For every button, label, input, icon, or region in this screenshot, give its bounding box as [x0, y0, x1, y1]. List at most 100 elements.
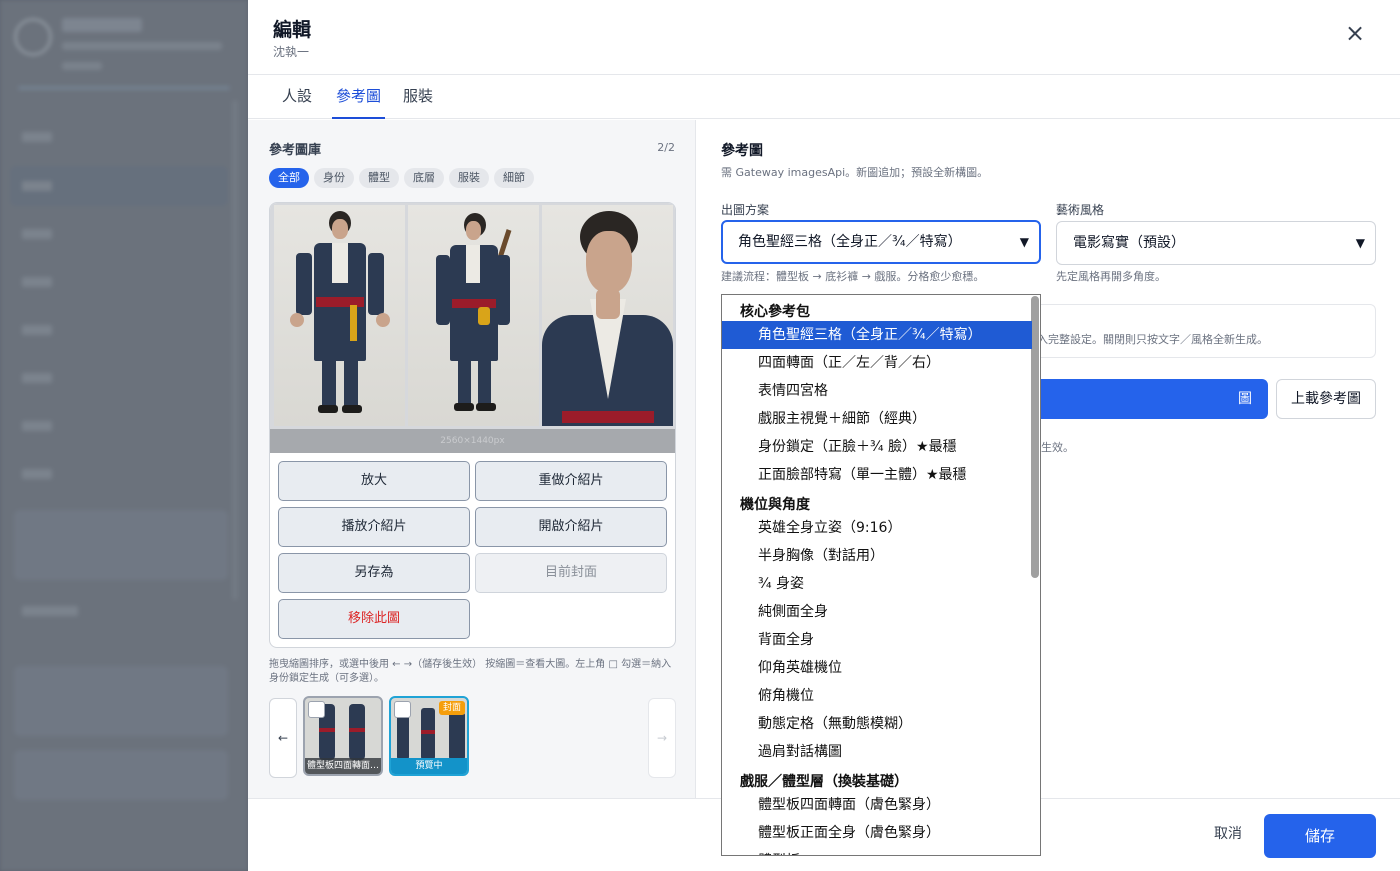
- background-nav-item: [22, 421, 52, 431]
- dropdown-option[interactable]: 半身胸像（對話用）: [722, 542, 1032, 570]
- redo-intro-button[interactable]: 重做介紹片: [475, 461, 667, 501]
- background-divider: [18, 86, 230, 90]
- chip-detail[interactable]: 細節: [494, 168, 534, 188]
- reference-description: 需 Gateway imagesApi。新圖追加；預設全新構圖。: [721, 166, 989, 179]
- background-nav-item: [22, 181, 52, 191]
- play-intro-button[interactable]: 播放介紹片: [278, 507, 470, 547]
- background-nav-item: [22, 606, 78, 616]
- chevron-down-icon: ▼: [1019, 235, 1029, 249]
- background-nav-item: [22, 325, 52, 335]
- open-intro-button[interactable]: 開啟介紹片: [475, 507, 667, 547]
- thumbnail-item[interactable]: 封面 預覽中: [389, 696, 469, 776]
- character-closeup-panel: [542, 205, 673, 426]
- chevron-down-icon: ▼: [1355, 236, 1365, 250]
- background-logo: [14, 18, 52, 56]
- background-app: [0, 0, 248, 871]
- thumbnail-item[interactable]: 體型板四面轉面…: [303, 696, 383, 776]
- dropdown-option[interactable]: 體型板正面全身（膚色緊身）: [722, 819, 1032, 847]
- current-cover-button: 目前封面: [475, 553, 667, 593]
- modal-header: 編輯 沈執一 ×: [248, 0, 1400, 75]
- gallery-pane: 參考圖庫 2/2 全部 身份 體型 底層 服裝 細節 2560×1440px 放…: [248, 120, 696, 798]
- dropdown-option[interactable]: ¾ 身姿: [722, 570, 1032, 598]
- tab-bar: 人設 參考圖 服裝: [248, 75, 1400, 119]
- dropdown-option[interactable]: 背面全身: [722, 626, 1032, 654]
- dropdown-option[interactable]: 角色聖經三格（全身正／¾／特寫）: [722, 321, 1032, 349]
- tab-reference[interactable]: 參考圖: [332, 75, 386, 119]
- character-front-panel: [274, 205, 405, 426]
- dropdown-option[interactable]: 體型板…: [722, 847, 1032, 855]
- filter-chips: 全部 身份 體型 底層 服裝 細節: [269, 168, 534, 188]
- thumbnail-strip: ← 體型板四面轉面… 封面 預覽中 →: [269, 696, 676, 778]
- dropdown-group-label: 戲服／體型層（換裝基礎）: [740, 774, 908, 790]
- save-button[interactable]: 儲存: [1264, 814, 1376, 858]
- resolution-label: 2560×1440px: [270, 429, 675, 453]
- preview-image[interactable]: 2560×1440px: [270, 203, 675, 453]
- dropdown-scrollbar[interactable]: [1031, 296, 1039, 578]
- style-label: 藝術風格: [1056, 203, 1105, 217]
- next-arrow-icon: →: [648, 698, 676, 778]
- gallery-hint: 拖曳縮圖排序，或選中後用 ← →（儲存後生效） 按縮圖＝查看大圖。左上角 □ 勾…: [269, 659, 672, 684]
- chip-body[interactable]: 體型: [359, 168, 399, 188]
- thumbnail-checkbox[interactable]: [394, 701, 411, 718]
- background-scrollbar: [232, 100, 238, 600]
- chip-all[interactable]: 全部: [269, 168, 309, 188]
- dropdown-option[interactable]: 正面臉部特寫（單一主體）★最穩: [722, 461, 1032, 489]
- upload-reference-button[interactable]: 上載參考圖: [1276, 379, 1376, 419]
- dropdown-option[interactable]: 純側面全身: [722, 598, 1032, 626]
- scheme-hint: 建議流程：體型板 → 底衫褲 → 戲服。分格愈少愈穩。: [721, 270, 985, 283]
- chip-costume[interactable]: 服裝: [449, 168, 489, 188]
- reference-section-title: 參考圖: [721, 143, 763, 159]
- remove-image-button[interactable]: 移除此圖: [278, 599, 470, 639]
- dropdown-group-label: 核心參考包: [740, 304, 810, 320]
- background-subtitle: [62, 42, 222, 50]
- background-nav-item: [22, 469, 52, 479]
- style-hint: 先定風格再開多角度。: [1056, 270, 1166, 283]
- scheme-select[interactable]: 角色聖經三格（全身正／¾／特寫） ▼: [721, 220, 1041, 264]
- zoom-button[interactable]: 放大: [278, 461, 470, 501]
- thumbnail-caption: 體型板四面轉面…: [305, 758, 381, 774]
- background-nav-item: [22, 132, 52, 142]
- cover-badge: 封面: [438, 701, 465, 715]
- image-viewer: 2560×1440px 放大 重做介紹片 播放介紹片 開啟介紹片 另存為 目前封…: [269, 202, 676, 648]
- tab-costume[interactable]: 服裝: [403, 75, 433, 119]
- background-card: [14, 510, 228, 580]
- dropdown-group-label: 機位與角度: [740, 497, 810, 513]
- modal-subtitle: 沈執一: [273, 45, 310, 59]
- background-card: [14, 750, 228, 800]
- scheme-dropdown-list[interactable]: 核心參考包 角色聖經三格（全身正／¾／特寫） 四面轉面（正／左／背／右） 表情四…: [721, 294, 1041, 856]
- close-icon[interactable]: ×: [1342, 20, 1368, 46]
- dropdown-option[interactable]: 身份鎖定（正臉＋¾ 臉）★最穩: [722, 433, 1032, 461]
- style-select[interactable]: 電影寫實（預設） ▼: [1056, 221, 1376, 265]
- background-subtitle-2: [62, 62, 102, 70]
- dropdown-option[interactable]: 英雄全身立姿（9:16）: [722, 514, 1032, 542]
- background-card: [14, 666, 228, 736]
- dropdown-option[interactable]: 表情四宮格: [722, 377, 1032, 405]
- scheme-select-value: 角色聖經三格（全身正／¾／特寫）: [738, 234, 962, 250]
- dropdown-option[interactable]: 四面轉面（正／左／背／右）: [722, 349, 1032, 377]
- dropdown-option[interactable]: 體型板四面轉面（膚色緊身）: [722, 791, 1032, 819]
- background-title: [62, 18, 142, 32]
- dropdown-option[interactable]: 過肩對話構圖: [722, 738, 1032, 766]
- cancel-button[interactable]: 取消: [1200, 812, 1256, 856]
- save-as-button[interactable]: 另存為: [278, 553, 470, 593]
- gallery-count: 2/2: [657, 141, 675, 154]
- character-three-quarter-panel: [408, 205, 539, 426]
- tab-persona[interactable]: 人設: [282, 75, 312, 119]
- scheme-label: 出圖方案: [721, 203, 770, 217]
- gallery-title: 參考圖庫: [269, 143, 322, 158]
- modal-title: 編輯: [273, 19, 312, 41]
- chip-base[interactable]: 底層: [404, 168, 444, 188]
- thumbnail-caption: 預覽中: [391, 758, 467, 774]
- style-select-value: 電影寫實（預設）: [1073, 235, 1185, 251]
- dropdown-option[interactable]: 仰角英雄機位: [722, 654, 1032, 682]
- prev-arrow-icon[interactable]: ←: [269, 698, 297, 778]
- dropdown-option[interactable]: 俯角機位: [722, 682, 1032, 710]
- thumbnail-checkbox[interactable]: [308, 701, 325, 718]
- identity-toggle-text: 會帶入完整設定。關閉則只按文字／風格全新生成。: [1015, 333, 1268, 346]
- background-nav-item: [22, 277, 52, 287]
- chip-identity[interactable]: 身份: [314, 168, 354, 188]
- dropdown-option[interactable]: 動態定格（無動態模糊）: [722, 710, 1032, 738]
- background-nav-item: [22, 373, 52, 383]
- dropdown-option[interactable]: 戲服主視覺＋細節（經典）: [722, 405, 1032, 433]
- background-nav-item: [22, 229, 52, 239]
